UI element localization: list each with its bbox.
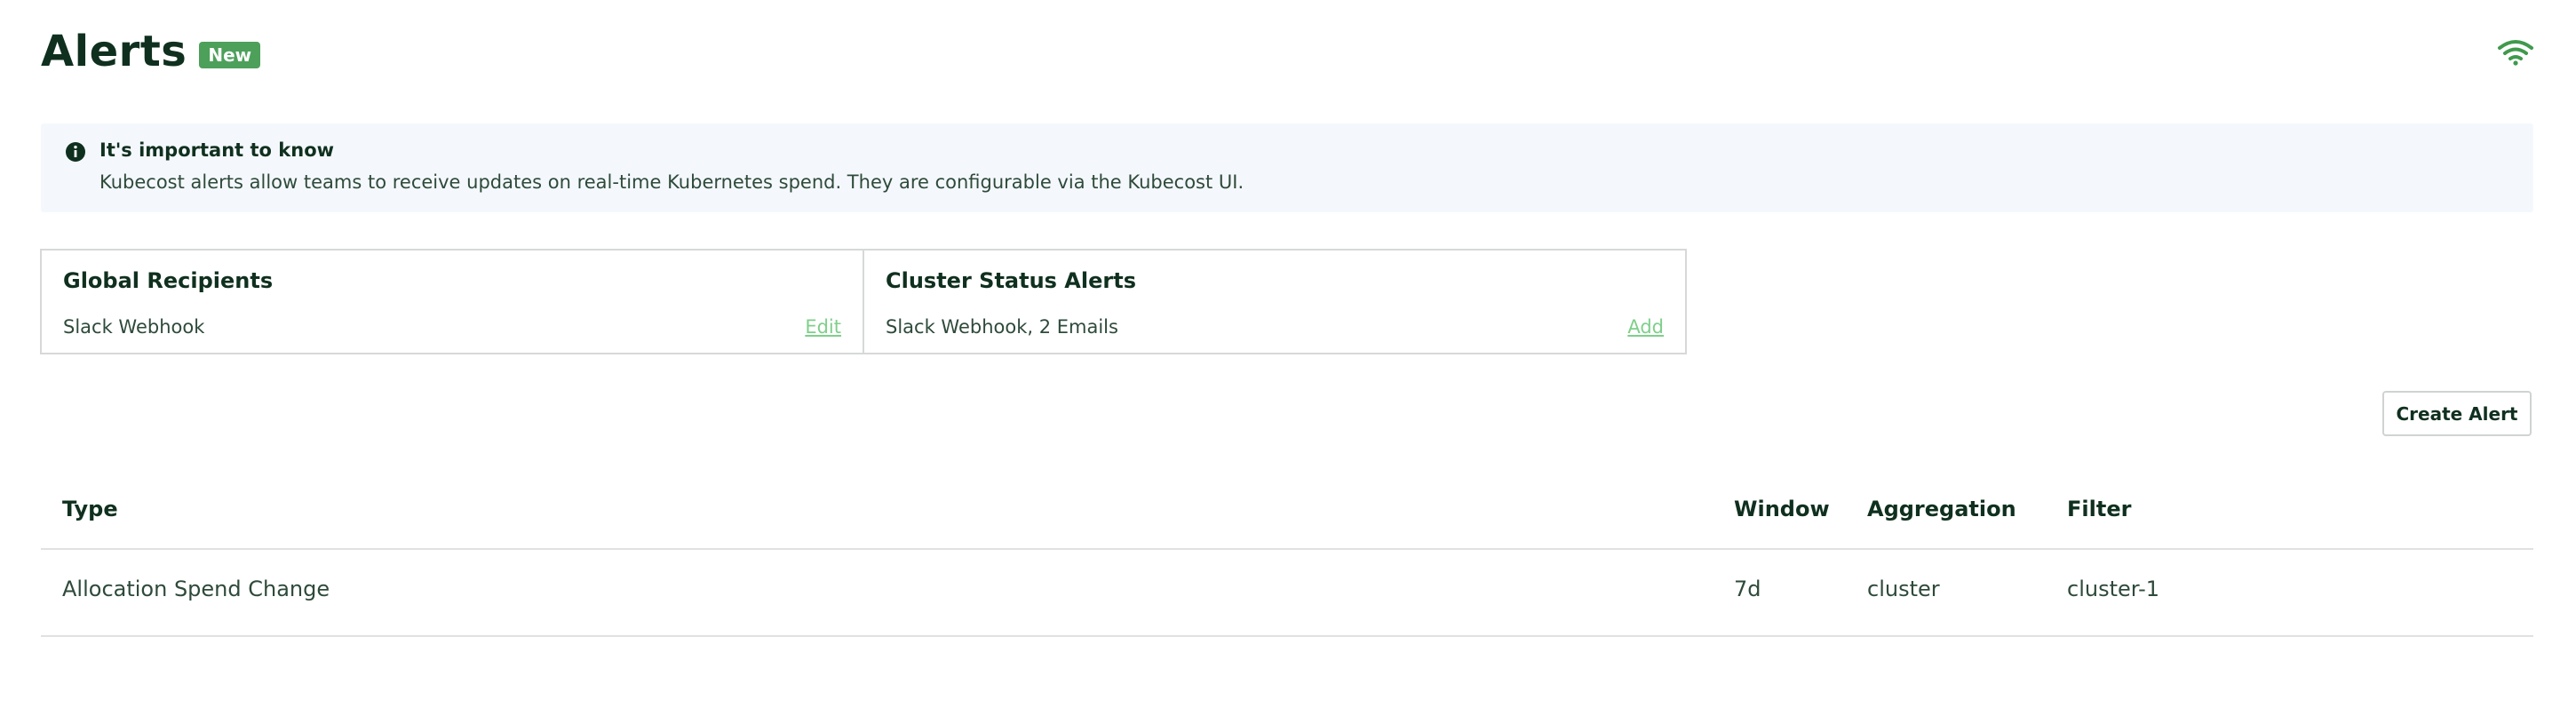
column-header-filter[interactable]: Filter xyxy=(2067,497,2131,521)
wifi-icon[interactable] xyxy=(2496,39,2535,66)
page-title: Alerts xyxy=(41,27,187,76)
info-text: Kubecost alerts allow teams to receive u… xyxy=(99,171,1244,193)
global-recipients-title: Global Recipients xyxy=(63,268,274,293)
cluster-status-alerts-card: Cluster Status Alerts Slack Webhook, 2 E… xyxy=(863,249,1687,354)
alerts-page: Alerts New It's important to know Kubeco… xyxy=(0,0,2576,716)
column-header-window[interactable]: Window xyxy=(1734,497,1830,521)
column-header-aggregation[interactable]: Aggregation xyxy=(1867,497,2016,521)
global-recipients-value: Slack Webhook xyxy=(63,316,205,338)
new-badge: New xyxy=(199,42,261,68)
cell-type: Allocation Spend Change xyxy=(62,577,330,601)
global-recipients-card: Global Recipients Slack Webhook Edit xyxy=(40,249,864,354)
info-banner: It's important to know Kubecost alerts a… xyxy=(41,123,2533,212)
add-cluster-status-alert-link[interactable]: Add xyxy=(1627,316,1664,338)
info-icon xyxy=(65,141,86,163)
cell-window: 7d xyxy=(1734,577,1761,601)
column-header-type[interactable]: Type xyxy=(62,497,118,521)
cell-aggregation: cluster xyxy=(1867,577,1940,601)
table-row[interactable]: Allocation Spend Change 7d cluster clust… xyxy=(41,550,2533,637)
alerts-table: Type Window Aggregation Filter Allocatio… xyxy=(41,484,2533,637)
edit-global-recipients-link[interactable]: Edit xyxy=(805,316,841,338)
create-alert-button[interactable]: Create Alert xyxy=(2382,391,2532,436)
info-title: It's important to know xyxy=(99,139,335,161)
table-header: Type Window Aggregation Filter xyxy=(41,484,2533,550)
cluster-status-alerts-value: Slack Webhook, 2 Emails xyxy=(886,316,1118,338)
cell-filter: cluster-1 xyxy=(2067,577,2160,601)
cluster-status-alerts-title: Cluster Status Alerts xyxy=(886,268,1136,293)
page-header: Alerts New xyxy=(41,27,261,76)
